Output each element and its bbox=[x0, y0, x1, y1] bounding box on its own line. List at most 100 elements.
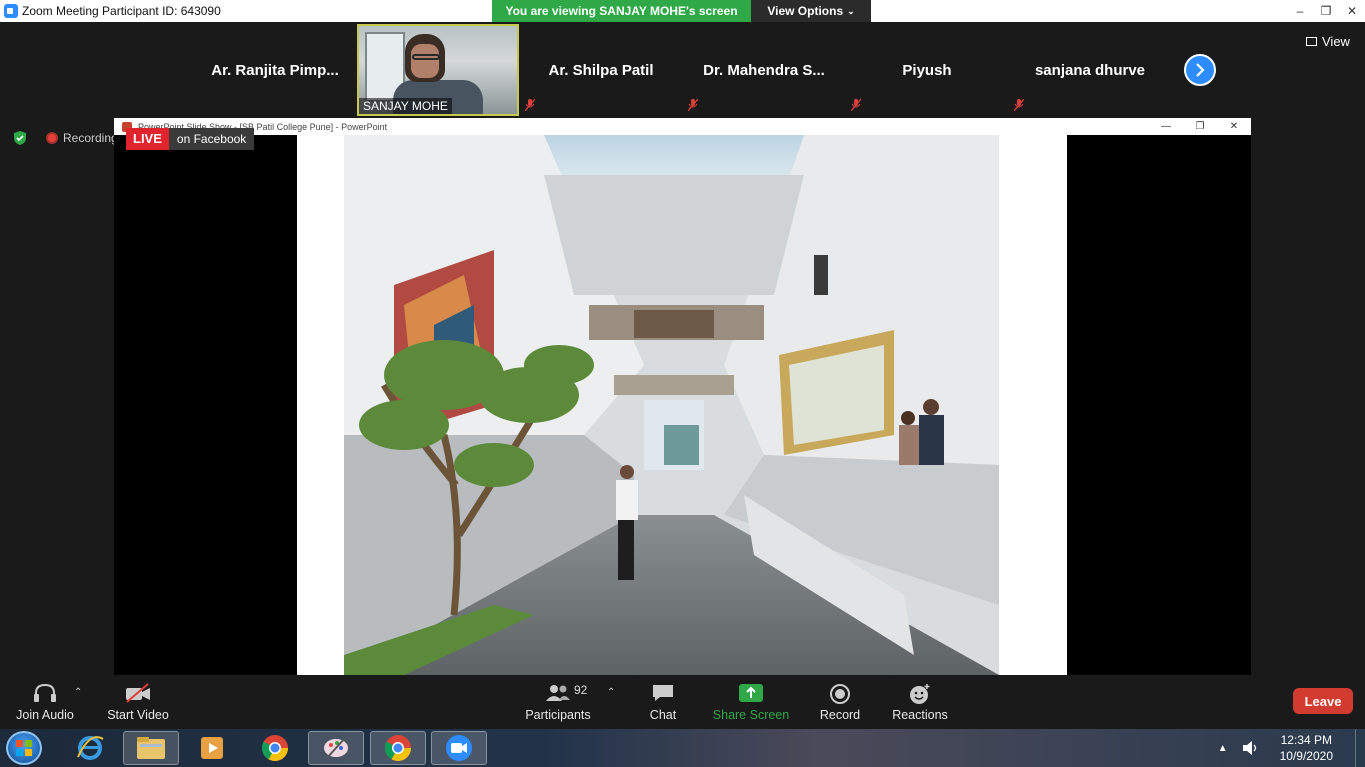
internet-explorer-taskbar-button[interactable] bbox=[62, 731, 118, 765]
shared-screen: PowerPoint Slide Show - [SB Patil Colleg… bbox=[114, 118, 1251, 675]
taskbar-clock[interactable]: 12:34 PM 10/9/2020 bbox=[1280, 732, 1333, 764]
view-button[interactable]: View bbox=[1306, 34, 1350, 49]
live-stream-indicator[interactable]: LIVE on Facebook bbox=[126, 128, 255, 150]
powerpoint-titlebar: PowerPoint Slide Show - [SB Patil Colleg… bbox=[114, 118, 1251, 135]
zoom-app-icon bbox=[4, 4, 18, 18]
speaker-face bbox=[411, 44, 439, 78]
chevron-right-icon bbox=[1196, 63, 1205, 77]
encryption-shield-icon[interactable] bbox=[12, 130, 28, 146]
muted-mic-icon bbox=[525, 99, 535, 111]
meeting-toolbar: Join Audio ⌃ Start Video 92 Participants… bbox=[0, 675, 1365, 729]
next-page-button[interactable] bbox=[1184, 54, 1216, 86]
participants-options-caret[interactable]: ⌃ bbox=[607, 687, 615, 698]
chrome-icon bbox=[384, 735, 412, 762]
reactions-button[interactable]: Reactions bbox=[887, 675, 953, 729]
zoom-icon bbox=[446, 735, 472, 761]
participant-tile[interactable]: Ar. Shilpa Patil bbox=[521, 25, 681, 115]
start-video-label: Start Video bbox=[107, 708, 169, 722]
live-badge: LIVE bbox=[126, 128, 169, 150]
ppt-close-button[interactable]: ✕ bbox=[1217, 118, 1251, 135]
media-player-taskbar-button[interactable] bbox=[184, 731, 240, 765]
grid-icon bbox=[1306, 37, 1317, 46]
audio-options-caret[interactable]: ⌃ bbox=[74, 687, 82, 698]
muted-mic-icon bbox=[688, 99, 698, 111]
muted-mic-icon bbox=[851, 99, 861, 111]
system-tray: ▲ 12:34 PM 10/9/2020 bbox=[1218, 729, 1365, 767]
muted-mic-icon bbox=[1014, 99, 1024, 111]
clock-time: 12:34 PM bbox=[1280, 733, 1332, 747]
ppt-restore-button[interactable]: ❐ bbox=[1183, 118, 1217, 135]
paint-icon bbox=[324, 737, 348, 759]
clock-date: 10/9/2020 bbox=[1279, 749, 1333, 763]
record-icon bbox=[830, 684, 850, 704]
participant-tile[interactable]: Dr. Mahendra S... bbox=[684, 25, 844, 115]
participant-tile[interactable]: Ar. Ranjita Pimp... bbox=[195, 25, 355, 115]
folder-icon bbox=[137, 737, 165, 759]
join-audio-button[interactable]: Join Audio bbox=[10, 675, 80, 729]
start-video-button[interactable]: Start Video bbox=[103, 675, 173, 729]
file-explorer-taskbar-button[interactable] bbox=[123, 731, 179, 765]
zoom-window: Zoom Meeting Participant ID: 643090 You … bbox=[0, 0, 1365, 767]
windows-taskbar: ▲ 12:34 PM 10/9/2020 bbox=[0, 729, 1365, 767]
participant-gallery: Ar. Ranjita Pimp... Ar. Shilpa Patil Dr.… bbox=[0, 22, 1365, 118]
show-desktop-button[interactable] bbox=[1355, 729, 1365, 767]
participant-name: sanjana dhurve bbox=[1034, 62, 1146, 79]
corridor-render bbox=[344, 135, 999, 675]
close-button[interactable]: ✕ bbox=[1339, 0, 1365, 22]
window-title: Zoom Meeting Participant ID: 643090 bbox=[22, 4, 221, 18]
windows-logo-icon bbox=[16, 740, 32, 756]
chat-button[interactable]: Chat bbox=[638, 675, 688, 729]
volume-icon[interactable] bbox=[1242, 740, 1260, 756]
window-controls: – ❐ ✕ bbox=[1287, 0, 1365, 22]
participant-tile[interactable]: Piyush bbox=[847, 25, 1007, 115]
ppt-minimize-button[interactable]: — bbox=[1149, 118, 1183, 135]
active-speaker-name: SANJAY MOHE bbox=[359, 98, 452, 114]
record-label: Record bbox=[819, 708, 861, 722]
media-player-icon bbox=[201, 737, 223, 759]
participants-icon bbox=[546, 685, 570, 701]
participant-name: Ar. Shilpa Patil bbox=[548, 62, 654, 79]
participants-count: 92 bbox=[574, 683, 588, 697]
view-options-button[interactable]: View Options ⌄ bbox=[751, 0, 871, 22]
active-speaker-video[interactable]: SANJAY MOHE bbox=[357, 24, 519, 116]
internet-explorer-icon bbox=[77, 736, 104, 760]
live-platform-label: on Facebook bbox=[168, 128, 255, 150]
restore-button[interactable]: ❐ bbox=[1313, 0, 1339, 22]
participants-button[interactable]: 92 Participants bbox=[523, 675, 593, 729]
zoom-taskbar-button[interactable] bbox=[431, 731, 487, 765]
architectural-render-image bbox=[344, 135, 999, 675]
chevron-down-icon: ⌄ bbox=[847, 5, 855, 16]
participant-name: Ar. Ranjita Pimp... bbox=[211, 62, 339, 79]
record-button[interactable]: Record bbox=[810, 675, 870, 729]
chat-bubble-icon bbox=[653, 685, 673, 701]
view-label: View bbox=[1322, 34, 1350, 49]
chrome-taskbar-button-2[interactable] bbox=[370, 731, 426, 765]
chrome-icon bbox=[261, 735, 289, 762]
viewing-screen-banner: You are viewing SANJAY MOHE's screen bbox=[492, 0, 751, 22]
participant-name: Piyush bbox=[902, 62, 952, 79]
participant-name: Dr. Mahendra S... bbox=[703, 62, 825, 79]
share-screen-label: Share Screen bbox=[712, 708, 790, 722]
leave-meeting-button[interactable]: Leave bbox=[1293, 688, 1353, 714]
chat-label: Chat bbox=[649, 708, 677, 722]
paint-taskbar-button[interactable] bbox=[308, 731, 364, 765]
view-options-label: View Options bbox=[767, 4, 844, 18]
speaker-glasses bbox=[412, 54, 440, 60]
headphones-icon bbox=[34, 683, 56, 702]
powerpoint-window-controls: — ❐ ✕ bbox=[1149, 118, 1251, 135]
recording-label: Recording bbox=[63, 131, 118, 145]
video-off-icon bbox=[126, 683, 150, 703]
windows-start-button[interactable] bbox=[6, 731, 42, 765]
chrome-taskbar-button[interactable] bbox=[247, 731, 303, 765]
minimize-button[interactable]: – bbox=[1287, 0, 1313, 22]
participants-label: Participants bbox=[525, 708, 591, 722]
show-hidden-icons-icon[interactable]: ▲ bbox=[1218, 743, 1228, 754]
join-audio-label: Join Audio bbox=[16, 708, 74, 722]
recording-dot-icon bbox=[46, 132, 58, 144]
share-screen-icon bbox=[739, 684, 763, 702]
reactions-label: Reactions bbox=[892, 708, 948, 722]
reaction-emoji-icon bbox=[910, 684, 930, 704]
participant-tile[interactable]: sanjana dhurve bbox=[1010, 25, 1170, 115]
share-screen-button[interactable]: Share Screen bbox=[711, 675, 791, 729]
recording-indicator[interactable]: Recording bbox=[46, 131, 118, 145]
